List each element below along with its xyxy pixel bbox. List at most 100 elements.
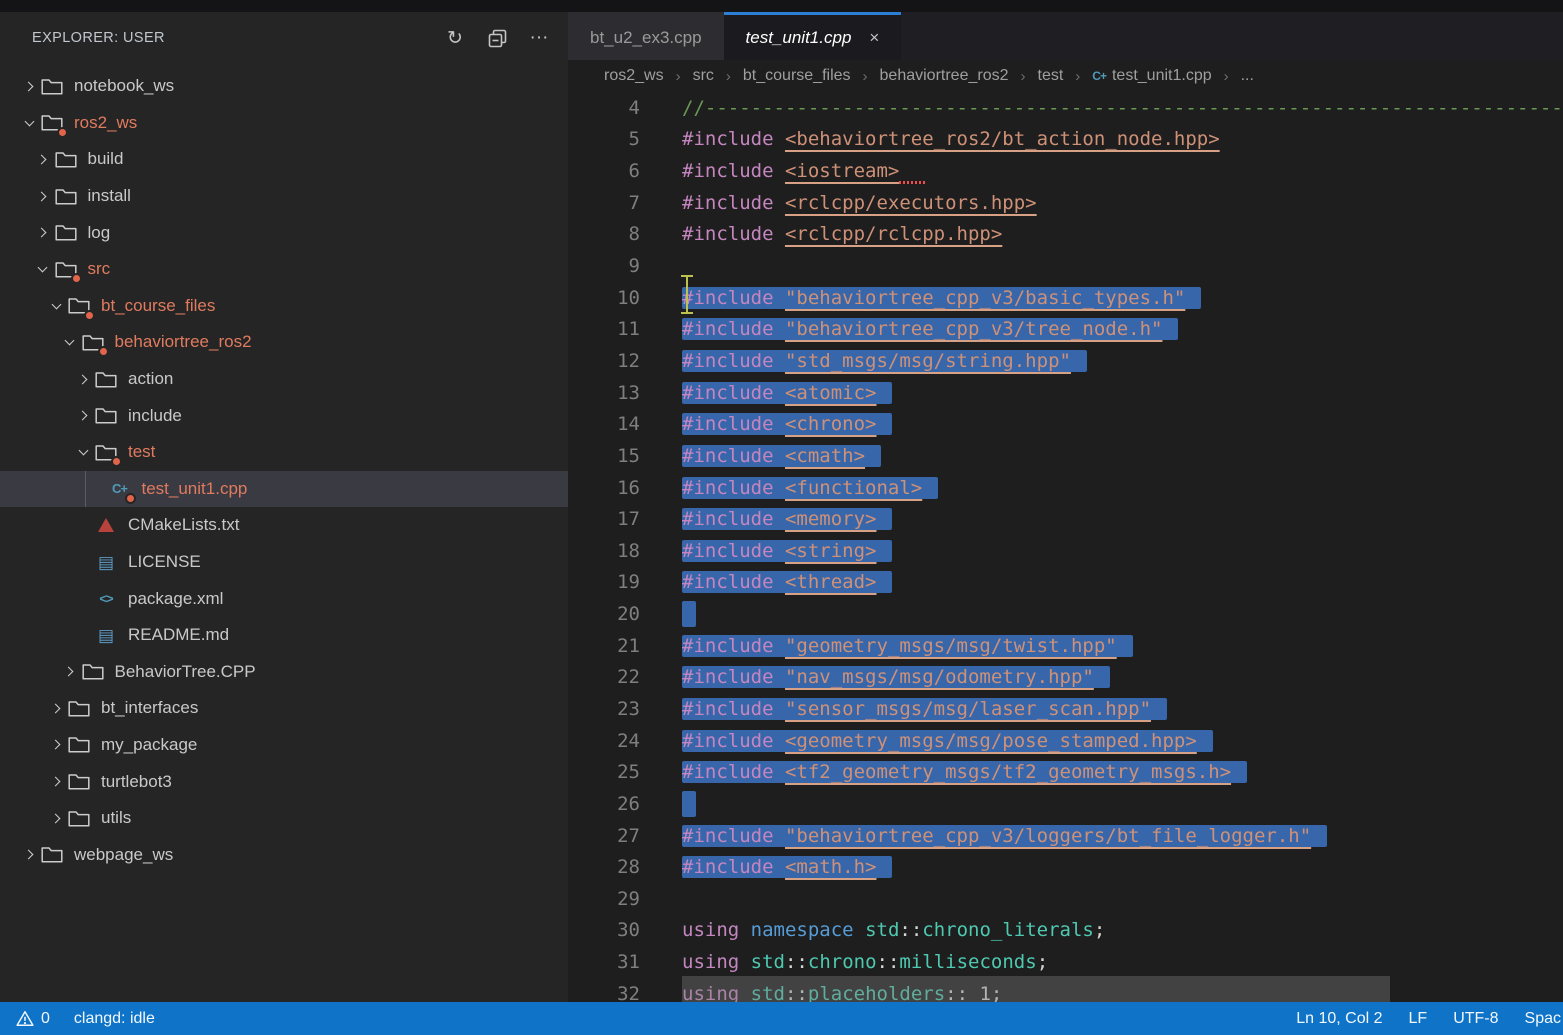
tree-item-package-xml[interactable]: <>package.xml: [0, 580, 568, 617]
code-line-13[interactable]: 13#include <atomic>: [568, 377, 1563, 409]
chevron-right-icon[interactable]: [45, 741, 67, 748]
code-line-10[interactable]: 10#include "behaviortree_cpp_v3/basic_ty…: [568, 282, 1563, 314]
line-content: [682, 791, 1563, 817]
chevron-down-icon[interactable]: [18, 121, 40, 125]
tree-item-cmakelists-txt[interactable]: CMakeLists.txt: [0, 507, 568, 544]
clangd-status[interactable]: clangd: idle: [74, 1010, 155, 1028]
breadcrumb-item[interactable]: src: [693, 67, 714, 85]
cursor-position[interactable]: Ln 10, Col 2: [1296, 1010, 1382, 1028]
explorer-sidebar: EXPLORER: USER ↻ ··· notebook_wsros2_wsb…: [0, 12, 568, 1002]
selection-highlight: #include "behaviortree_cpp_v3/basic_type…: [682, 287, 1201, 309]
breadcrumb-item[interactable]: bt_course_files: [743, 67, 851, 85]
code-line-17[interactable]: 17#include <memory>: [568, 503, 1563, 535]
code-line-18[interactable]: 18#include <string>: [568, 535, 1563, 567]
tree-item-bt-interfaces[interactable]: bt_interfaces: [0, 690, 568, 727]
tab-bt-u2-ex3-cpp[interactable]: bt_u2_ex3.cpp: [568, 12, 724, 60]
code-line-27[interactable]: 27#include "behaviortree_cpp_v3/loggers/…: [568, 820, 1563, 852]
code-line-4[interactable]: 4//-------------------------------------…: [568, 92, 1563, 124]
more-actions-icon[interactable]: ···: [528, 27, 550, 49]
breadcrumb-item[interactable]: C+test_unit1.cpp: [1092, 67, 1211, 85]
code-line-15[interactable]: 15#include <cmath>: [568, 440, 1563, 472]
code-line-30[interactable]: 30using namespace std::chrono_literals;: [568, 915, 1563, 947]
line-number: 10: [568, 287, 682, 309]
code-line-24[interactable]: 24#include <geometry_msgs/msg/pose_stamp…: [568, 725, 1563, 757]
code-line-6[interactable]: 6#include <iostream>: [568, 155, 1563, 187]
code-line-19[interactable]: 19#include <thread>: [568, 567, 1563, 599]
tree-item-build[interactable]: build: [0, 141, 568, 178]
code-line-23[interactable]: 23#include "sensor_msgs/msg/laser_scan.h…: [568, 693, 1563, 725]
breadcrumb-item[interactable]: ...: [1241, 67, 1254, 85]
encoding-indicator[interactable]: UTF-8: [1453, 1010, 1498, 1028]
code-line-11[interactable]: 11#include "behaviortree_cpp_v3/tree_nod…: [568, 313, 1563, 345]
chevron-right-icon[interactable]: [72, 376, 94, 383]
tree-item-install[interactable]: install: [0, 178, 568, 215]
code-line-14[interactable]: 14#include <chrono>: [568, 408, 1563, 440]
code-line-28[interactable]: 28#include <math.h>: [568, 851, 1563, 883]
code-line-26[interactable]: 26: [568, 788, 1563, 820]
line-content: #include <cmath>: [682, 445, 1563, 467]
chevron-down-icon[interactable]: [45, 304, 67, 308]
chevron-right-icon[interactable]: [32, 193, 54, 200]
tree-item-behaviortree-ros2[interactable]: behaviortree_ros2: [0, 324, 568, 361]
tree-item-turtlebot3[interactable]: turtlebot3: [0, 763, 568, 800]
code-line-29[interactable]: 29: [568, 883, 1563, 915]
tree-item-utils[interactable]: utils: [0, 800, 568, 837]
code-line-31[interactable]: 31using std::chrono::milliseconds;: [568, 946, 1563, 978]
chevron-right-icon[interactable]: [32, 229, 54, 236]
close-icon[interactable]: ×: [869, 28, 879, 48]
code-line-8[interactable]: 8#include <rclcpp/rclcpp.hpp>: [568, 219, 1563, 251]
tree-item-readme-md[interactable]: ▤README.md: [0, 617, 568, 654]
code-editor[interactable]: 4//-------------------------------------…: [568, 92, 1563, 1002]
problems-indicator[interactable]: 0: [16, 1010, 50, 1028]
modified-badge: [57, 127, 68, 138]
code-line-12[interactable]: 12#include "std_msgs/msg/string.hpp": [568, 345, 1563, 377]
horizontal-scrollbar[interactable]: [682, 976, 1390, 1002]
code-line-5[interactable]: 5#include <behaviortree_ros2/bt_action_n…: [568, 124, 1563, 156]
tree-item-behaviortree-cpp[interactable]: BehaviorTree.CPP: [0, 654, 568, 691]
line-number: 11: [568, 318, 682, 340]
chevron-right-icon[interactable]: [45, 778, 67, 785]
code-line-7[interactable]: 7#include <rclcpp/executors.hpp>: [568, 187, 1563, 219]
tree-item-src[interactable]: src: [0, 251, 568, 288]
eol-indicator[interactable]: LF: [1409, 1010, 1428, 1028]
chevron-right-icon[interactable]: [59, 668, 81, 675]
breadcrumb-item[interactable]: ros2_ws: [604, 67, 664, 85]
code-line-20[interactable]: 20: [568, 598, 1563, 630]
code-line-9[interactable]: 9: [568, 250, 1563, 282]
selection-highlight: #include "behaviortree_cpp_v3/tree_node.…: [682, 318, 1178, 340]
breadcrumb-item[interactable]: test: [1038, 67, 1064, 85]
collapse-folders-icon[interactable]: [486, 27, 508, 49]
chevron-right-icon[interactable]: [32, 156, 54, 163]
code-line-16[interactable]: 16#include <functional>: [568, 472, 1563, 504]
tree-item-bt-course-files[interactable]: bt_course_files: [0, 288, 568, 325]
chevron-right-icon[interactable]: [45, 705, 67, 712]
tree-item-test[interactable]: test: [0, 434, 568, 471]
chevron-right-icon[interactable]: [18, 83, 40, 90]
tree-item-my-package[interactable]: my_package: [0, 727, 568, 764]
line-content: #include <rclcpp/executors.hpp>: [682, 192, 1563, 214]
chevron-down-icon[interactable]: [72, 450, 94, 454]
code-line-21[interactable]: 21#include "geometry_msgs/msg/twist.hpp": [568, 630, 1563, 662]
tree-item-include[interactable]: include: [0, 397, 568, 434]
chevron-down-icon[interactable]: [32, 267, 54, 271]
tab-test-unit1-cpp[interactable]: test_unit1.cpp×: [724, 12, 902, 60]
breadcrumb-item[interactable]: behaviortree_ros2: [880, 67, 1009, 85]
tree-item-webpage-ws[interactable]: webpage_ws: [0, 836, 568, 873]
chevron-right-icon[interactable]: [72, 412, 94, 419]
modified-badge: [84, 310, 95, 321]
indentation-indicator[interactable]: Spac: [1525, 1010, 1561, 1028]
line-content: #include "nav_msgs/msg/odometry.hpp": [682, 666, 1563, 688]
tree-item-action[interactable]: action: [0, 361, 568, 398]
chevron-right-icon[interactable]: [45, 815, 67, 822]
code-line-25[interactable]: 25#include <tf2_geometry_msgs/tf2_geomet…: [568, 756, 1563, 788]
code-line-22[interactable]: 22#include "nav_msgs/msg/odometry.hpp": [568, 662, 1563, 694]
tree-item-ros2-ws[interactable]: ros2_ws: [0, 105, 568, 142]
chevron-down-icon[interactable]: [59, 340, 81, 344]
tree-item-license[interactable]: ▤LICENSE: [0, 544, 568, 581]
breadcrumb-label: ...: [1241, 67, 1254, 85]
tree-item-log[interactable]: log: [0, 214, 568, 251]
tree-item-notebook-ws[interactable]: notebook_ws: [0, 68, 568, 105]
refresh-explorer-icon[interactable]: ↻: [444, 27, 466, 49]
chevron-right-icon[interactable]: [18, 851, 40, 858]
tree-item-test-unit1-cpp[interactable]: C+test_unit1.cpp: [0, 471, 568, 508]
